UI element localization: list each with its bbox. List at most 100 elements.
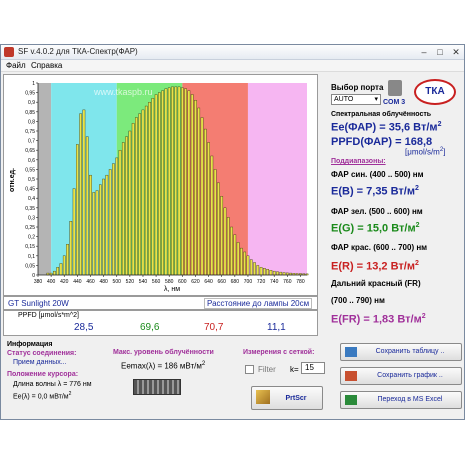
spectrum-bar: [164, 88, 168, 276]
k-input[interactable]: 15: [301, 362, 325, 374]
spectrum-bar: [190, 94, 194, 276]
y-tick-label: 0,55: [25, 167, 35, 173]
spectrum-bar: [108, 169, 112, 276]
x-tick-label: 780: [296, 279, 305, 285]
spectrum-bar: [53, 270, 56, 276]
spectrum-bar: [161, 90, 164, 276]
k-label: k=: [290, 365, 299, 374]
printer-icon: [256, 390, 270, 404]
spectrum-bar: [197, 107, 201, 276]
close-icon[interactable]: ✕: [450, 47, 462, 57]
filter-checkbox[interactable]: [245, 365, 254, 374]
spectrum-bar: [125, 136, 128, 276]
x-tick-label: 700: [244, 279, 253, 285]
ppfd-red-value: 70,7: [204, 322, 224, 333]
spectrum-bar: [266, 269, 269, 276]
window-title: SF v.4.0.2 для ТКА-Спектр(ФАР): [18, 47, 138, 56]
band-0: [38, 83, 52, 275]
spectrum-bar: [171, 86, 174, 276]
excel-icon: [345, 395, 357, 405]
spectrum-bar: [112, 163, 115, 276]
port-select[interactable]: AUTO ▾: [331, 94, 381, 105]
ppfd-unit: [μmol/s/m2]: [405, 147, 446, 157]
menu-file[interactable]: Файл: [6, 61, 26, 70]
emax-readout: Eemax(λ) = 186 мВт/м2: [121, 361, 206, 371]
excel-button[interactable]: Переход в MS Excel: [340, 391, 462, 409]
prtscr-button[interactable]: PrtScr: [251, 386, 323, 410]
y-tick-label: 0,4: [28, 196, 35, 202]
spectrum-bar: [76, 144, 79, 276]
grid-measure-label: Измерения с сеткой:: [243, 349, 315, 356]
y-tick-label: 0,8: [28, 119, 35, 125]
spectrum-bar: [85, 136, 89, 276]
x-tick-label: 520: [126, 279, 135, 285]
y-tick-label: 0,2: [28, 235, 35, 241]
spectrum-bar: [115, 157, 119, 276]
green-value: E(G) = 15,0 Вт/м2: [331, 222, 420, 235]
spectrum-bar: [181, 87, 184, 276]
spectrum-chart[interactable]: www.tkaspb.ru10,950,90,850,80,750,70,650…: [4, 75, 317, 295]
y-tick-label: 0,5: [28, 177, 35, 183]
x-tick-label: 380: [34, 279, 43, 285]
spectrum-bar: [279, 271, 283, 276]
y-tick-label: 0,35: [25, 206, 35, 212]
ppfd-blue-value: 28,5: [74, 322, 94, 333]
ppfd-farred-value: 11,1: [267, 322, 286, 333]
x-tick-label: 600: [178, 279, 187, 285]
spectrum-bar: [141, 109, 145, 276]
x-tick-label: 560: [152, 279, 161, 285]
farred-label: Дальний красный (FR): [331, 279, 421, 288]
max-level-label: Макс. уровень облучённости: [113, 349, 214, 356]
spectrum-bar: [187, 90, 191, 276]
ppfd-label: PPFD [μmol/s*m^2]: [18, 312, 79, 319]
y-tick-label: 0,7: [28, 139, 35, 145]
y-tick-label: 0,9: [28, 100, 35, 106]
spectrum-bar: [210, 155, 214, 276]
minimize-icon[interactable]: –: [418, 47, 430, 57]
app-icon: [4, 47, 14, 57]
spectrum-bar: [226, 217, 230, 276]
spectrum-bar: [233, 234, 237, 276]
spectrum-bar: [72, 188, 76, 276]
menu-bar: Файл Справка: [1, 60, 464, 72]
spectrum-bar: [89, 174, 92, 276]
spectrum-bar: [62, 255, 66, 276]
x-tick-label: 440: [73, 279, 82, 285]
port-label: Выбор порта: [331, 83, 384, 92]
spectrum-bar: [177, 86, 181, 276]
spectrum-bar: [253, 262, 256, 276]
y-tick-label: 0,75: [25, 129, 35, 135]
y-tick-label: 0,25: [25, 225, 35, 231]
spectrum-bar: [66, 244, 69, 276]
port-select-value: AUTO: [334, 96, 354, 103]
spectrum-bar: [240, 247, 243, 276]
sensor-device-icon: [133, 379, 181, 395]
spectrum-bar: [128, 130, 132, 276]
bottom-panel: Информация Статус соединения: Прием данн…: [3, 341, 462, 417]
x-tick-label: 480: [99, 279, 108, 285]
x-tick-label: 740: [270, 279, 279, 285]
spectrum-bar: [269, 269, 273, 276]
lamp-name: GT Sunlight 20W: [8, 299, 69, 308]
y-tick-label: 0,85: [25, 110, 35, 116]
spectrum-bar: [82, 109, 86, 276]
spectrum-bar: [276, 271, 279, 276]
save-graph-button[interactable]: Сохранить график ..: [340, 367, 462, 385]
menu-help[interactable]: Справка: [31, 61, 62, 70]
distance-field[interactable]: Расстояние до лампы 20см: [204, 298, 313, 309]
x-tick-label: 660: [218, 279, 227, 285]
spectrum-bar: [102, 178, 105, 276]
spectrum-bar: [207, 142, 210, 276]
spectrum-bar: [59, 263, 63, 276]
subranges-title: Поддиапазоны:: [331, 158, 386, 165]
tka-logo: ТКА: [414, 79, 456, 105]
spectral-title: Спектральная облучённость: [331, 111, 432, 118]
watermark: www.tkaspb.ru: [93, 87, 153, 97]
spectrum-bar: [263, 268, 266, 276]
blue-value: E(B) = 7,35 Вт/м2: [331, 185, 419, 198]
spectrum-bar: [243, 251, 247, 276]
maximize-icon[interactable]: □: [434, 47, 446, 57]
results-panel: Выбор порта AUTO ▾ COM 3 ТКА Спектральна…: [321, 74, 461, 336]
save-table-button[interactable]: Сохранить таблицу ..: [340, 343, 462, 361]
spectrum-bar: [92, 192, 96, 276]
